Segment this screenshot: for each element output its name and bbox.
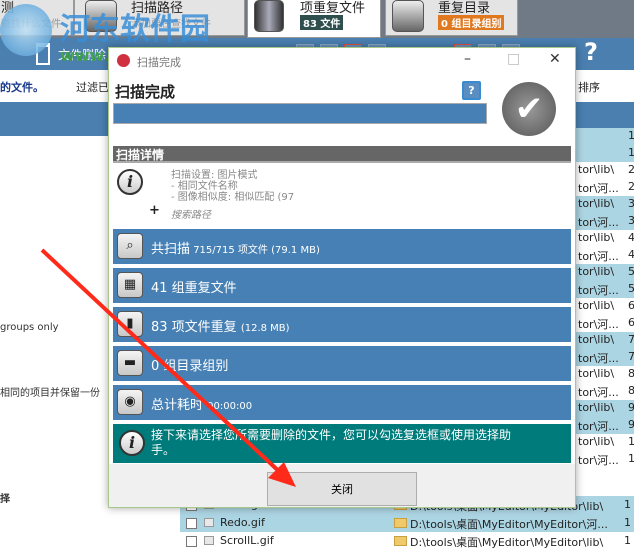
annotation-arrow-icon <box>40 248 296 487</box>
